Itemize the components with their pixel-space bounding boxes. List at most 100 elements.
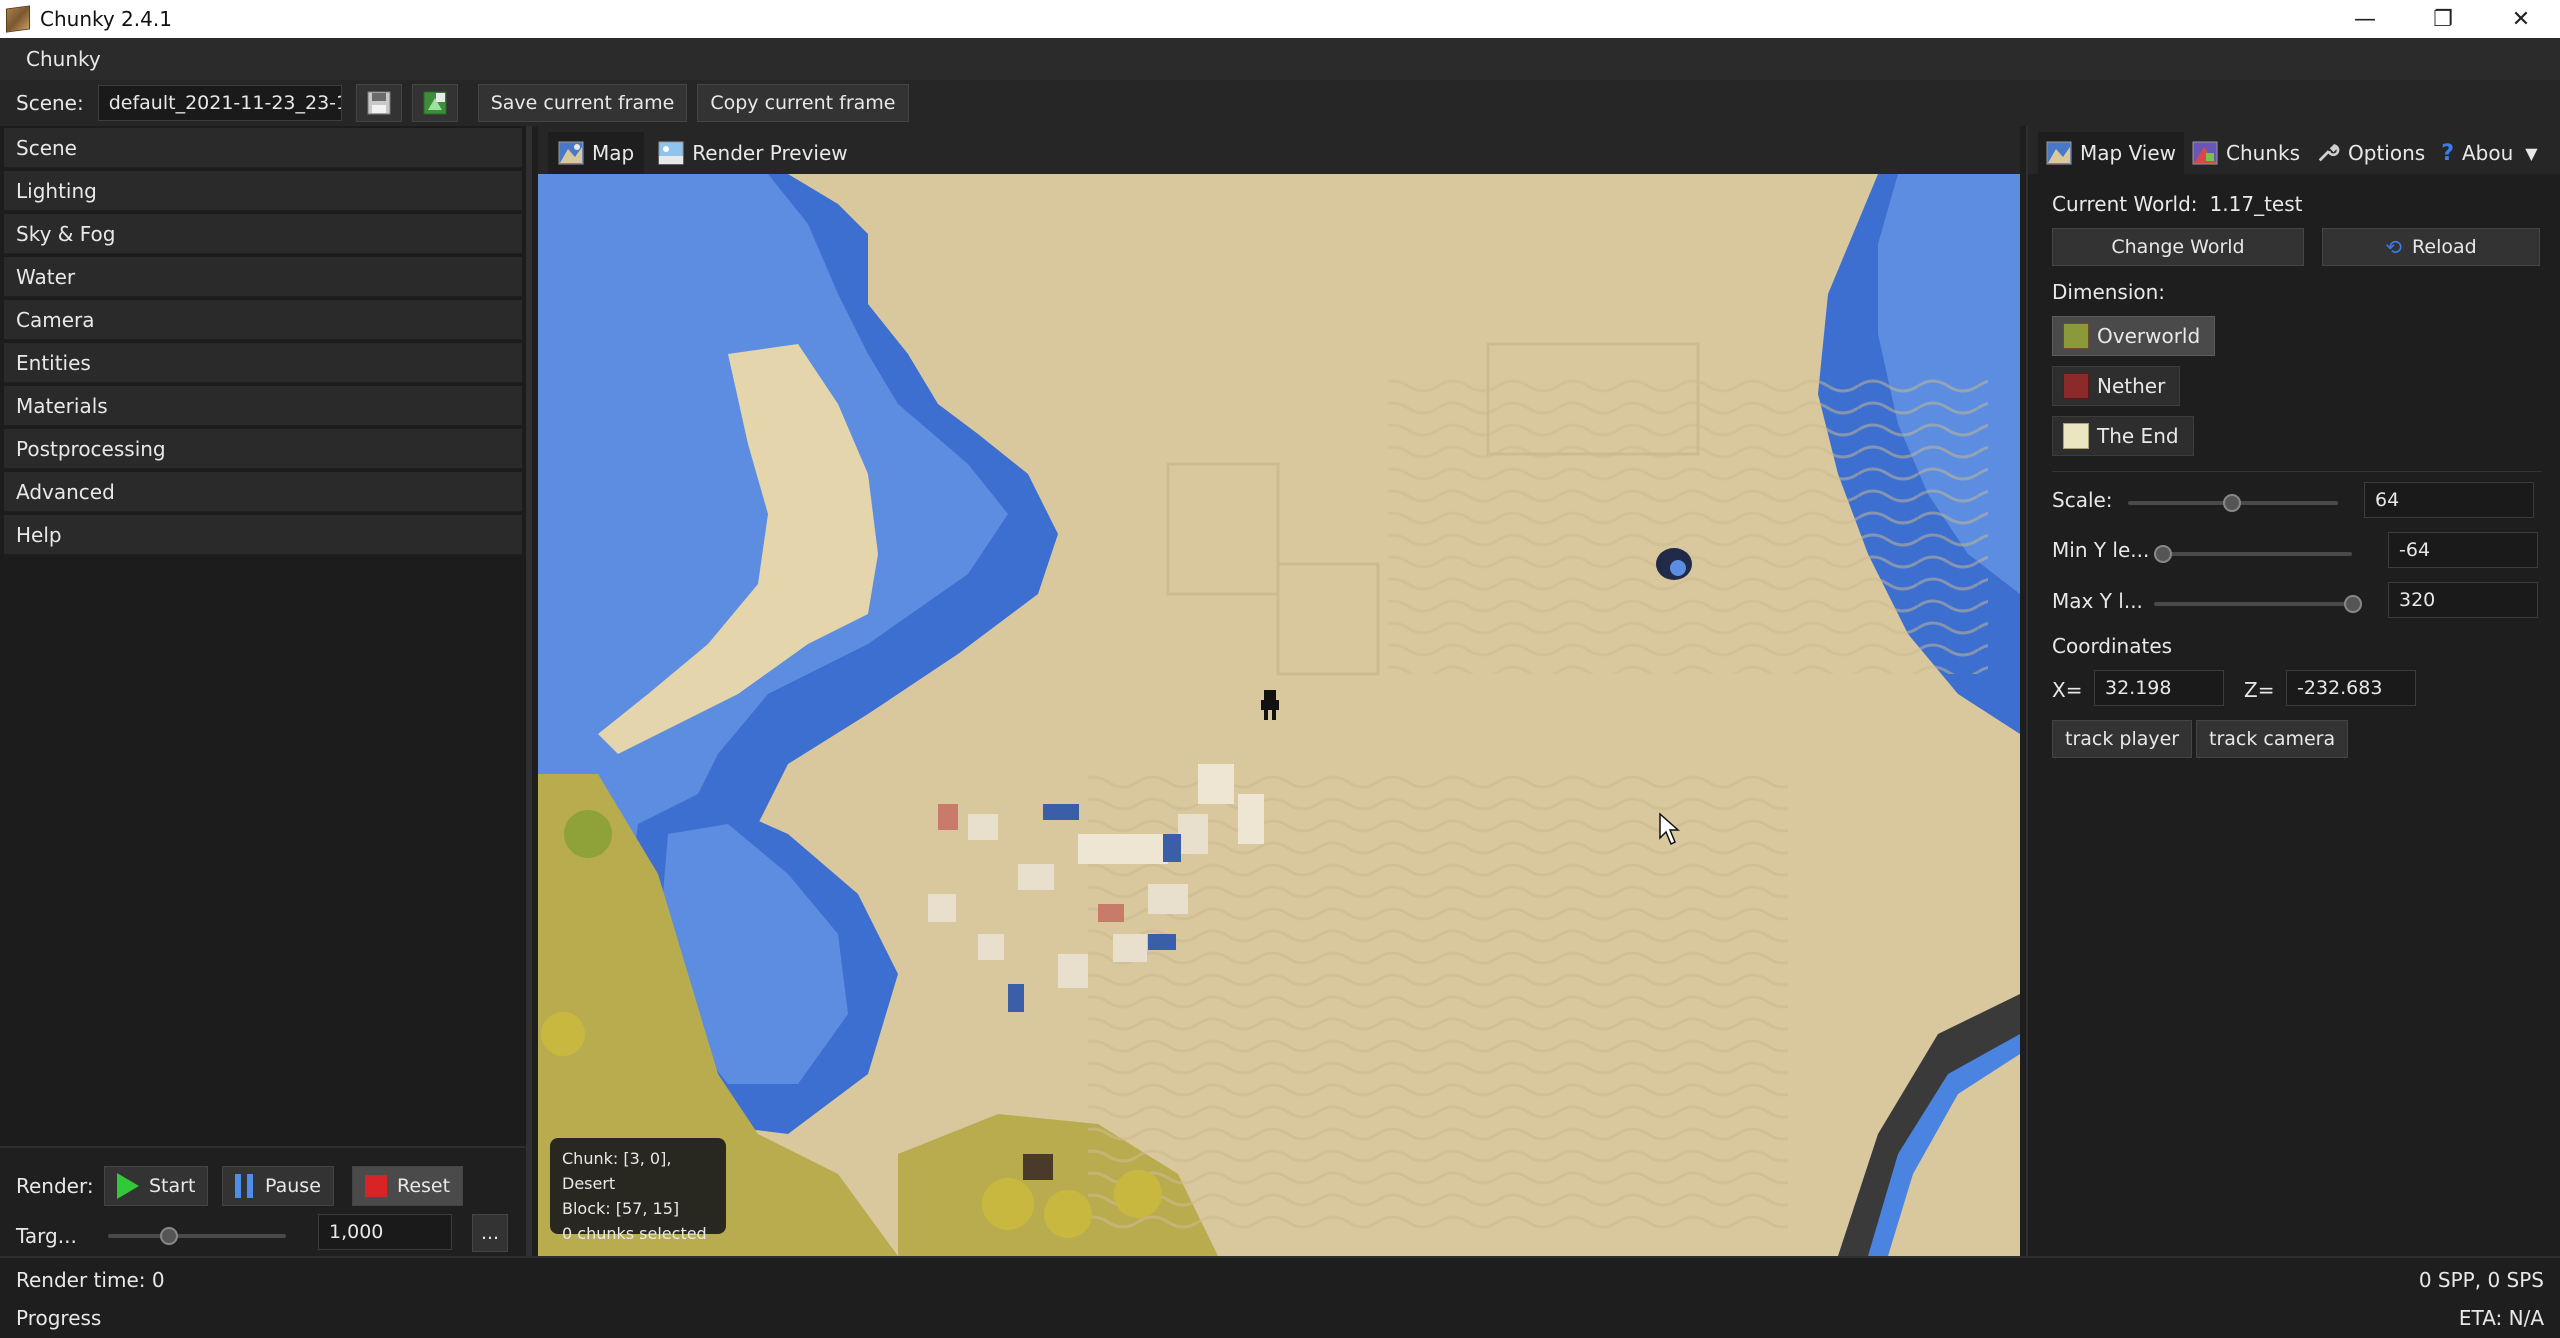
copy-current-frame-button[interactable]: Copy current frame	[697, 84, 909, 122]
reload-label: Reload	[2412, 236, 2477, 258]
scene-name-field[interactable]: default_2021-11-23_23-1	[97, 85, 342, 121]
target-spp-field[interactable]: 1,000	[318, 1214, 452, 1250]
play-icon	[117, 1173, 139, 1199]
z-label: Z=	[2244, 678, 2275, 702]
current-world-label: Current World:	[2052, 192, 2198, 216]
track-player-button[interactable]: track player	[2052, 720, 2193, 758]
status-bar: Render time: 0 Progress 0 SPP, 0 SPS ETA…	[0, 1256, 2560, 1338]
coordinates-label: Coordinates	[2052, 634, 2173, 658]
scale-field[interactable]: 64	[2364, 482, 2534, 518]
tab-about-label: Abou	[2461, 141, 2514, 165]
render-preview-icon	[658, 141, 684, 165]
tooltip-selected: 0 chunks selected	[562, 1224, 707, 1243]
tab-chunks[interactable]: Chunks	[2184, 132, 2308, 174]
load-scene-button[interactable]	[411, 84, 458, 122]
map-icon	[558, 141, 584, 165]
dimension-overworld[interactable]: Overworld	[2052, 316, 2216, 356]
target-spp-slider-thumb[interactable]	[160, 1227, 178, 1245]
target-spp-slider[interactable]	[108, 1234, 286, 1238]
reload-button[interactable]: ⟲ Reload	[2322, 228, 2540, 266]
change-world-button[interactable]: Change World	[2052, 228, 2304, 266]
load-scene-icon	[423, 91, 447, 115]
dimension-the-end[interactable]: The End	[2052, 416, 2194, 456]
divider	[2052, 471, 2542, 472]
tab-map[interactable]: Map	[548, 132, 645, 174]
reload-icon: ⟲	[2385, 235, 2403, 259]
map-terrain[interactable]	[538, 174, 2020, 1256]
nether-label: Nether	[2097, 374, 2166, 398]
section-scene[interactable]: Scene	[4, 128, 522, 168]
maximize-button[interactable]: ❐	[2404, 0, 2482, 38]
section-help[interactable]: Help	[4, 515, 522, 555]
map-view-panel: Map View Chunks Options ? Abou ▼ Current…	[2026, 126, 2560, 1256]
tab-options[interactable]: Options	[2308, 132, 2433, 174]
start-label: Start	[149, 1175, 196, 1197]
tooltip-chunk: Chunk: [3, 0], Desert	[562, 1149, 672, 1193]
question-mark-icon: ?	[2441, 140, 2454, 166]
toolbar: Scene: default_2021-11-23_23-1 Save curr…	[0, 80, 2560, 126]
min-y-label: Min Y le...	[2052, 538, 2150, 562]
min-y-slider-thumb[interactable]	[2154, 545, 2172, 563]
max-y-slider[interactable]	[2154, 602, 2352, 606]
max-y-field[interactable]: 320	[2388, 582, 2538, 618]
render-label: Render:	[16, 1174, 94, 1198]
section-postprocessing[interactable]: Postprocessing	[4, 429, 522, 469]
pause-label: Pause	[265, 1175, 321, 1197]
save-scene-button[interactable]	[355, 84, 402, 122]
scale-label: Scale:	[2052, 488, 2113, 512]
track-camera-button[interactable]: track camera	[2196, 720, 2349, 758]
title-bar: Chunky 2.4.1 — ❐ ✕	[0, 0, 2560, 38]
dimension-nether[interactable]: Nether	[2052, 366, 2181, 406]
floppy-disk-icon	[367, 91, 391, 115]
tab-about[interactable]: ? Abou	[2433, 132, 2521, 174]
x-coordinate-field[interactable]: 32.198	[2094, 670, 2224, 706]
section-sky-fog[interactable]: Sky & Fog	[4, 214, 522, 254]
start-button[interactable]: Start	[104, 1166, 209, 1206]
the-end-icon	[2063, 423, 2089, 449]
section-materials[interactable]: Materials	[4, 386, 522, 426]
tab-options-label: Options	[2348, 141, 2426, 165]
chevron-down-icon: ▼	[2525, 143, 2538, 163]
stop-icon	[365, 1175, 387, 1197]
target-spp-more-button[interactable]: ...	[472, 1214, 508, 1252]
right-tabs: Map View Chunks Options ? Abou ▼	[2028, 126, 2560, 174]
tab-map-view-label: Map View	[2080, 141, 2177, 165]
section-water[interactable]: Water	[4, 257, 522, 297]
overworld-label: Overworld	[2097, 324, 2201, 348]
render-settings-panel: Scene Lighting Sky & Fog Water Camera En…	[0, 126, 532, 1256]
tab-render-preview[interactable]: Render Preview	[648, 132, 857, 174]
map-view-icon	[2046, 141, 2072, 165]
save-current-frame-button[interactable]: Save current frame	[477, 84, 688, 122]
section-lighting[interactable]: Lighting	[4, 171, 522, 211]
tab-map-view[interactable]: Map View	[2038, 132, 2185, 174]
tabs-overflow-button[interactable]: ▼	[2521, 132, 2541, 174]
menu-chunky[interactable]: Chunky	[26, 47, 101, 71]
minecraft-map-view[interactable]: Chunk: [3, 0], Desert Block: [57, 15] 0 …	[538, 174, 2020, 1256]
overworld-icon	[2063, 323, 2089, 349]
minimize-button[interactable]: —	[2326, 0, 2404, 38]
max-y-slider-thumb[interactable]	[2344, 595, 2362, 613]
menu-bar: Chunky	[0, 38, 2560, 80]
eta-readout: ETA: N/A	[2458, 1306, 2544, 1330]
min-y-slider[interactable]	[2154, 552, 2352, 556]
x-label: X=	[2052, 678, 2083, 702]
scene-label: Scene:	[16, 91, 84, 115]
wrench-icon	[2318, 144, 2340, 162]
pause-button[interactable]: Pause	[222, 1166, 334, 1206]
center-view: Map Render Preview Chunk: [3, 0], Desert…	[538, 126, 2020, 1256]
chunky-app-icon	[6, 5, 30, 33]
close-button[interactable]: ✕	[2482, 0, 2560, 38]
scale-slider-thumb[interactable]	[2223, 494, 2241, 512]
reset-button[interactable]: Reset	[352, 1166, 464, 1206]
tab-render-preview-label: Render Preview	[692, 141, 848, 165]
z-coordinate-field[interactable]: -232.683	[2286, 670, 2416, 706]
nether-icon	[2063, 373, 2089, 399]
tooltip-block: Block: [57, 15]	[562, 1199, 680, 1218]
section-camera[interactable]: Camera	[4, 300, 522, 340]
window-title: Chunky 2.4.1	[40, 7, 172, 31]
tab-map-label: Map	[592, 141, 635, 165]
section-entities[interactable]: Entities	[4, 343, 522, 383]
chunks-icon	[2192, 141, 2218, 165]
section-advanced[interactable]: Advanced	[4, 472, 522, 512]
min-y-field[interactable]: -64	[2388, 532, 2538, 568]
